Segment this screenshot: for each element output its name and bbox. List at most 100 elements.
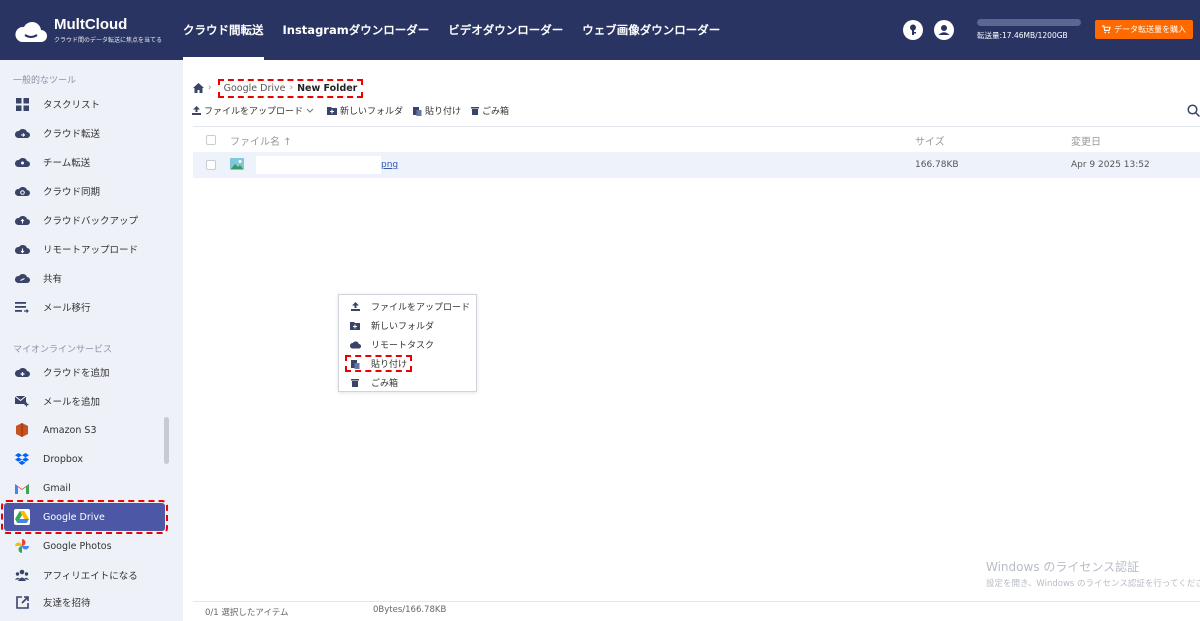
logo[interactable]: MultCloud クラウド間のデータ転送に焦点を当てる [14,14,174,48]
breadcrumb-separator: › [208,83,212,93]
buy-traffic-button[interactable]: データ転送量を購入 [1095,20,1193,39]
column-size[interactable]: サイズ [915,133,945,148]
file-name[interactable]: png [381,160,398,170]
top-bar: MultCloud クラウド間のデータ転送に焦点を当てる クラウド間転送 Ins… [0,0,1200,60]
redacted-filename [256,156,381,174]
usage-text: 転送量:17.46MB/1200GB [977,31,1068,40]
context-item-trash[interactable]: ごみ箱 [339,373,478,392]
sidebar-item-label: メール移行 [43,303,91,314]
brand-name: MultCloud [54,16,128,33]
column-modified[interactable]: 変更日 [1071,133,1101,148]
trash-button[interactable]: ごみ箱 [471,104,509,117]
sidebar-item-cloud-backup[interactable]: クラウドバックアップ [4,206,165,234]
sidebar-item-label: Google Photos [43,540,112,552]
column-filename-label: ファイル名 [230,137,280,148]
context-menu: ファイルをアップロード 新しいフォルダ リモートタスク 貼り付け ごみ箱 [338,294,477,392]
file-date: Apr 9 2025 13:52 [1071,160,1150,170]
breadcrumb-separator: › [289,83,294,93]
trash-icon [349,377,361,389]
new-folder-label: 新しいフォルダ [340,107,404,117]
upload-file-button[interactable]: ファイルをアップロード [192,104,317,117]
search-icon[interactable] [1187,104,1200,117]
sidebar-item-add-email[interactable]: メールを追加 [4,387,165,415]
section-online-services: マイオンラインサービス [13,345,113,355]
sidebar-item-label: リモートアップロード [43,245,139,256]
context-item-upload[interactable]: ファイルをアップロード [339,297,478,316]
sidebar-item-label: クラウド転送 [43,129,101,140]
sidebar-item-gmail[interactable]: Gmail [4,474,165,502]
trash-icon [471,107,480,115]
sidebar-item-label: クラウドバックアップ [43,216,139,227]
sidebar-item-cloud-transfer[interactable]: クラウド転送 [4,119,165,147]
sidebar-item-label: メールを追加 [43,397,101,408]
section-general-tools: 一般的なツール [13,76,77,86]
sidebar-item-label: クラウドを追加 [43,368,110,379]
nav-cloud-transfer[interactable]: クラウド間転送 [183,0,264,60]
breadcrumb-new-folder[interactable]: New Folder [297,83,357,94]
sidebar-item-amazon-s3[interactable]: Amazon S3 [4,416,165,444]
context-item-new-folder[interactable]: 新しいフォルダ [339,316,478,335]
trash-label: ごみ箱 [482,107,510,117]
context-item-remote-task[interactable]: リモートタスク [339,335,478,354]
home-icon[interactable] [193,83,204,93]
sidebar-item-invite[interactable]: 友達を招待 [4,588,165,616]
sidebar-item-label: 友達を招待 [43,598,91,609]
breadcrumb-google-drive[interactable]: Google Drive [224,83,286,94]
sidebar-item-label: Google Drive [43,511,105,523]
sidebar-item-google-photos[interactable]: Google Photos [4,532,165,560]
sidebar-item-remote-upload[interactable]: リモートアップロード [4,235,165,263]
add-cloud-icon [14,364,30,380]
paste-button[interactable]: 貼り付け [413,104,461,117]
grid-icon [14,96,30,112]
breadcrumb: › Google Drive › New Folder [193,78,364,98]
sidebar-item-team-transfer[interactable]: チーム転送 [4,148,165,176]
context-item-label: ファイルをアップロード [371,303,471,313]
sidebar-item-affiliate[interactable]: アフィリエイトになる [4,561,165,589]
email-migration-icon [14,299,30,315]
cloud-sync-icon [14,183,30,199]
paste-icon [349,358,361,370]
sidebar-scrollbar[interactable] [164,417,169,464]
upload-icon [192,106,201,115]
context-item-label: ごみ箱 [371,379,399,389]
paste-icon [413,106,422,116]
chevron-down-icon [306,108,314,113]
usage-meter: 転送量:17.46MB/1200GB [977,19,1087,41]
new-folder-button[interactable]: 新しいフォルダ [327,104,403,117]
sidebar-item-label: Dropbox [43,453,84,465]
watermark-title: Windows のライセンス認証 [986,560,1140,574]
sidebar-item-google-drive[interactable]: Google Drive [1,500,168,534]
cloud-logo-icon [15,22,47,42]
sidebar-item-cloud-sync[interactable]: クラウド同期 [4,177,165,205]
affiliate-icon [14,567,30,583]
user-icon[interactable] [934,20,954,40]
sidebar-item-share[interactable]: 共有 [4,264,165,292]
cloud-transfer-icon [14,125,30,141]
sidebar-item-task-list[interactable]: タスクリスト [4,90,165,118]
sidebar-item-email-migration[interactable]: メール移行 [4,293,165,321]
table-row[interactable]: png 166.78KB Apr 9 2025 13:52 [193,152,1200,178]
sidebar-item-add-cloud[interactable]: クラウドを追加 [4,358,165,386]
row-checkbox[interactable] [206,160,216,170]
breadcrumb-path-highlight: Google Drive › New Folder [217,78,364,98]
upload-file-label: ファイルをアップロード [204,107,304,117]
image-file-icon [230,158,244,170]
nav-web-image-downloader[interactable]: ウェブ画像ダウンローダー [582,0,720,60]
new-folder-icon [327,107,338,115]
paste-highlight: 貼り付け [344,355,413,372]
nav-video-downloader[interactable]: ビデオダウンローダー [448,0,563,60]
select-all-checkbox[interactable] [206,135,216,145]
key-icon[interactable] [903,20,923,40]
context-item-label: リモートタスク [371,341,435,351]
file-size: 166.78KB [915,160,959,170]
dropbox-icon [14,451,30,467]
column-filename[interactable]: ファイル名 ↑ [230,133,292,148]
watermark-subtitle: 設定を開き、Windows のライセンス認証を行ってください [986,579,1200,589]
context-item-label: 新しいフォルダ [371,322,435,332]
file-browser: › Google Drive › New Folder ファイルをアップロード … [183,60,1200,621]
context-item-paste[interactable]: 貼り付け [339,354,478,373]
sidebar-item-label: チーム転送 [43,158,91,169]
sidebar-item-dropbox[interactable]: Dropbox [4,445,165,473]
nav-instagram-downloader[interactable]: Instagramダウンローダー [283,0,430,60]
toolbar: ファイルをアップロード 新しいフォルダ 貼り付け ごみ箱 [192,104,519,117]
